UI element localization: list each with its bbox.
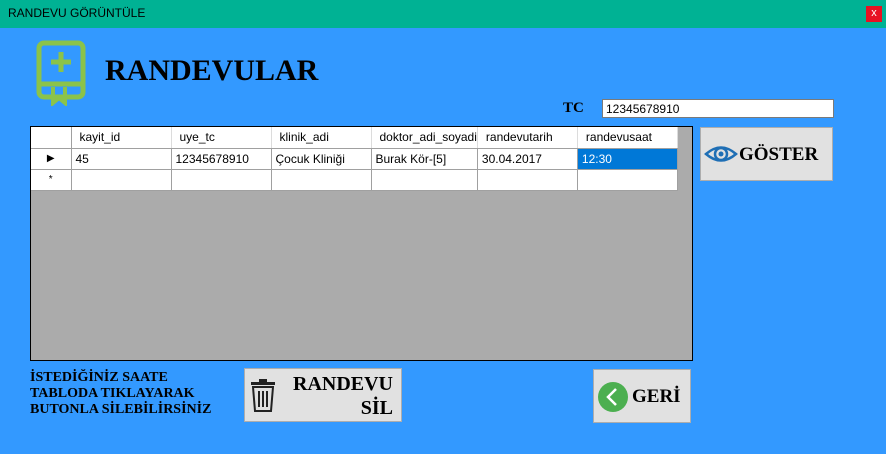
column-header[interactable]: kayit_id (71, 127, 172, 149)
trash-icon (251, 379, 275, 412)
table-cell[interactable] (577, 169, 678, 191)
table-cell-selected[interactable]: 12:30 (577, 148, 678, 170)
column-header[interactable]: uye_tc (171, 127, 272, 149)
table-cell[interactable] (477, 169, 578, 191)
table-row[interactable]: ▶ 45 12345678910 Çocuk Kliniği Burak Kör… (31, 148, 678, 170)
delete-button-label-line2: SİL (360, 397, 393, 419)
eye-icon (704, 146, 738, 162)
tc-label: TC (563, 100, 584, 116)
delete-button-label-line1: RANDEVU (293, 373, 393, 395)
table-cell[interactable]: 12345678910 (171, 148, 272, 170)
instruction-line: TABLODA TIKLAYARAK (30, 386, 195, 401)
title-bar: RANDEVU GÖRÜNTÜLE x (0, 0, 886, 28)
book-plus-icon (36, 40, 86, 106)
show-button[interactable]: GÖSTER (700, 127, 833, 181)
delete-instructions: İSTEDİĞİNİZ SAATE TABLODA TIKLAYARAK BUT… (30, 370, 211, 418)
close-button[interactable]: x (866, 6, 882, 22)
show-button-label: GÖSTER (739, 144, 819, 165)
page-title: RANDEVULAR (105, 54, 319, 87)
row-selector[interactable]: ▶ (31, 148, 72, 170)
table-cell[interactable] (71, 169, 172, 191)
delete-appointment-button[interactable]: RANDEVU SİL (244, 368, 402, 422)
appointments-grid[interactable]: kayit_id uye_tc klinik_adi doktor_adi_so… (30, 126, 693, 361)
column-header[interactable]: klinik_adi (271, 127, 372, 149)
back-button[interactable]: GERİ (593, 369, 691, 423)
table-cell[interactable]: 30.04.2017 (477, 148, 578, 170)
row-selector[interactable]: * (31, 169, 72, 191)
table-cell[interactable]: Çocuk Kliniği (271, 148, 372, 170)
back-button-label: GERİ (632, 386, 681, 407)
table-cell[interactable]: 45 (71, 148, 172, 170)
table-cell[interactable]: Burak Kör-[5] (371, 148, 478, 170)
back-arrow-icon (598, 382, 628, 412)
column-header[interactable]: randevutarih (477, 127, 578, 149)
instruction-line: İSTEDİĞİNİZ SAATE (30, 370, 168, 385)
row-header-corner (31, 127, 72, 149)
column-header[interactable]: randevusaat (577, 127, 678, 149)
tc-input[interactable]: 12345678910 (602, 99, 834, 118)
grid-header-row: kayit_id uye_tc klinik_adi doktor_adi_so… (31, 127, 678, 149)
table-cell[interactable] (371, 169, 478, 191)
table-cell[interactable] (171, 169, 272, 191)
column-header[interactable]: doktor_adi_soyadi (371, 127, 478, 149)
instruction-line: BUTONLA SİLEBİLİRSİNİZ (30, 402, 212, 417)
table-cell[interactable] (271, 169, 372, 191)
table-row-new[interactable]: * (31, 169, 678, 191)
window-title: RANDEVU GÖRÜNTÜLE (8, 6, 146, 20)
